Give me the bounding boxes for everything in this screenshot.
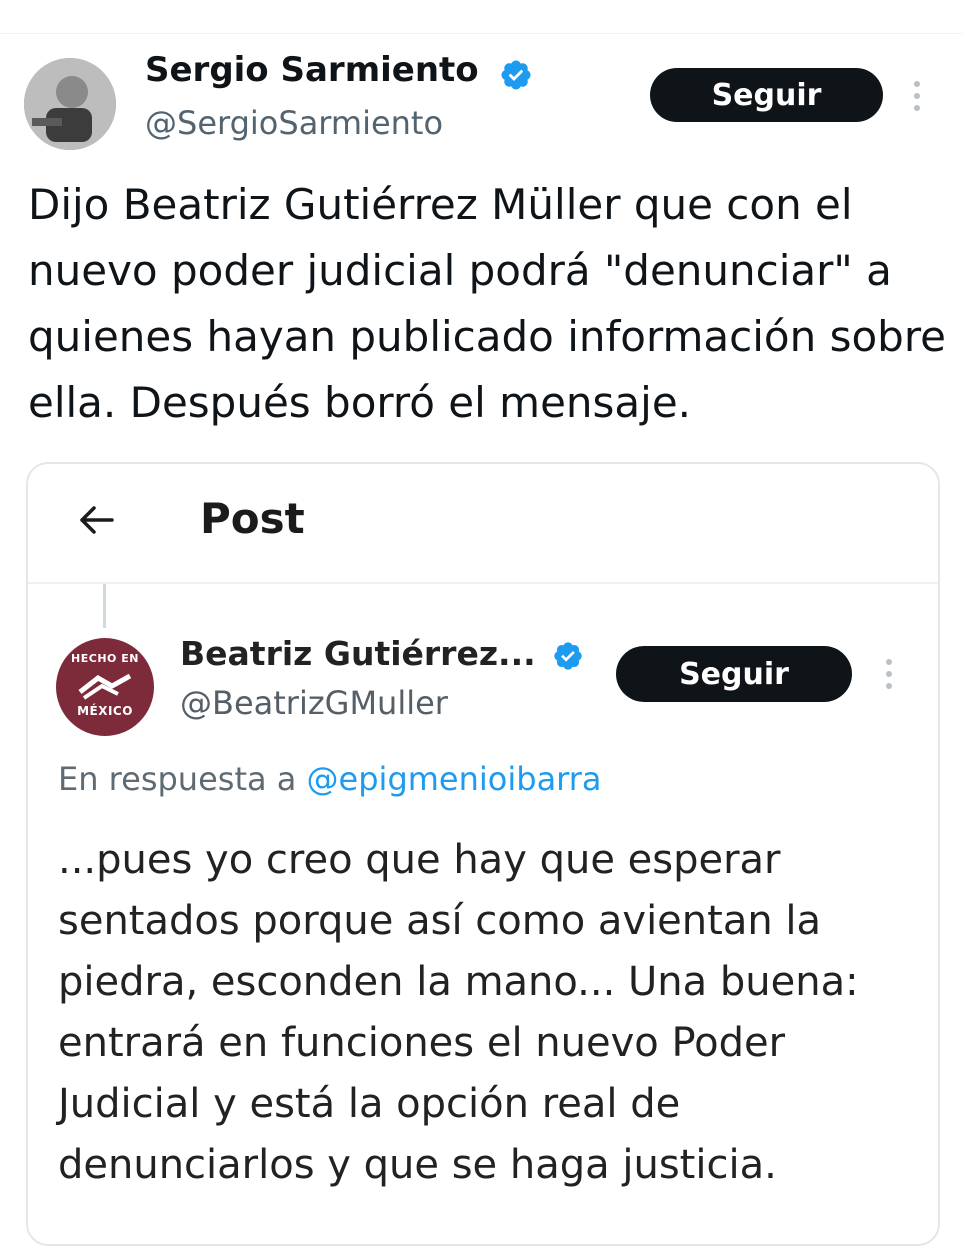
thread-connector-line bbox=[103, 584, 106, 628]
quoted-author-handle: @BeatrizGMuller bbox=[180, 684, 448, 722]
avatar-text-top: HECHO EN bbox=[71, 652, 139, 665]
author-avatar[interactable] bbox=[24, 58, 116, 150]
embedded-header-divider bbox=[28, 582, 938, 584]
tweet-text: Dijo Beatriz Gutiérrez Müller que con el… bbox=[28, 180, 947, 427]
more-options-icon[interactable] bbox=[908, 78, 926, 114]
quoted-follow-button: Seguir bbox=[616, 646, 852, 702]
quoted-post-text: ...pues yo creo que hay que esperar sent… bbox=[58, 837, 859, 1188]
avatar-logo-mark bbox=[78, 673, 132, 700]
back-arrow-icon bbox=[80, 506, 114, 534]
reply-prefix: En respuesta a bbox=[58, 760, 297, 798]
quoted-author-avatar: HECHO EN MÉXICO bbox=[56, 638, 154, 736]
embedded-header-title: Post bbox=[200, 494, 305, 543]
follow-button[interactable]: Seguir bbox=[650, 68, 883, 122]
verified-badge-icon bbox=[554, 642, 582, 670]
author-name[interactable]: Sergio Sarmiento bbox=[145, 50, 479, 90]
author-handle[interactable]: @SergioSarmiento bbox=[145, 104, 443, 142]
embedded-post-screenshot[interactable]: Post HECHO EN MÉXICO Beatriz Gutiérrez..… bbox=[26, 462, 940, 1246]
more-options-icon bbox=[886, 659, 892, 689]
top-divider bbox=[0, 33, 963, 34]
quoted-author-name: Beatriz Gutiérrez... bbox=[180, 634, 536, 673]
verified-badge-icon bbox=[501, 60, 531, 90]
reply-mention-link: @epigmenioibarra bbox=[306, 760, 602, 798]
avatar-text-bottom: MÉXICO bbox=[77, 704, 133, 718]
reply-context: En respuesta a @epigmenioibarra bbox=[58, 760, 602, 798]
